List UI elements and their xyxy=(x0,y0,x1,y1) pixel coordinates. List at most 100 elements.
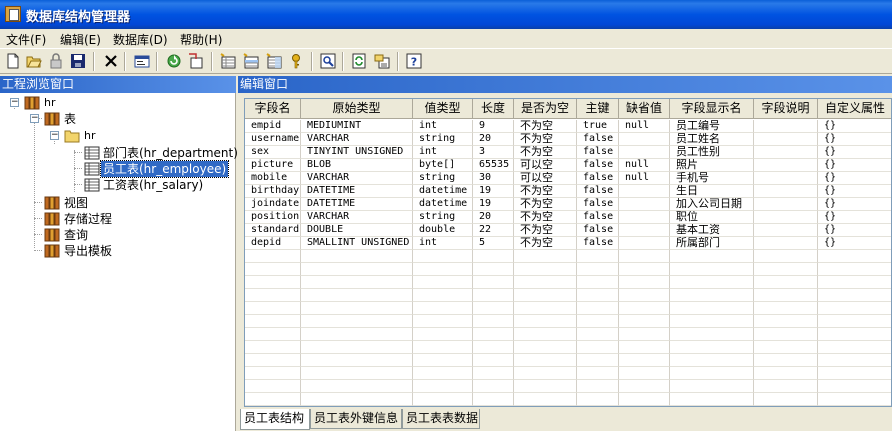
table-cell[interactable]: mobile xyxy=(245,172,301,185)
tab-foreign-keys[interactable]: 员工表外键信息 xyxy=(310,409,402,429)
table-cell[interactable] xyxy=(514,354,577,367)
table-cell[interactable] xyxy=(818,393,891,406)
table-cell[interactable] xyxy=(301,315,413,328)
table-cell[interactable] xyxy=(413,302,473,315)
table-cell[interactable] xyxy=(818,354,891,367)
table-cell[interactable] xyxy=(413,276,473,289)
table-cell[interactable]: int xyxy=(413,146,473,159)
column-header[interactable]: 值类型 xyxy=(413,99,473,119)
table-cell[interactable] xyxy=(754,315,818,328)
table-cell[interactable] xyxy=(577,367,619,380)
table-cell[interactable] xyxy=(619,133,670,146)
table-cell[interactable] xyxy=(301,393,413,406)
table-cell[interactable] xyxy=(619,380,670,393)
table-cell[interactable] xyxy=(670,302,754,315)
table-cell[interactable] xyxy=(818,263,891,276)
table-cell[interactable] xyxy=(245,263,301,276)
table-cell[interactable]: 手机号 xyxy=(670,172,754,185)
table-cell[interactable]: position xyxy=(245,211,301,224)
table-cell[interactable] xyxy=(619,289,670,302)
table-cell[interactable]: 员工编号 xyxy=(670,120,754,133)
table-cell[interactable]: datetime xyxy=(413,185,473,198)
new-file-button[interactable] xyxy=(4,52,22,70)
table-cell[interactable] xyxy=(473,341,514,354)
table-cell[interactable] xyxy=(619,185,670,198)
table-cell[interactable] xyxy=(514,263,577,276)
table-cell[interactable] xyxy=(754,146,818,159)
table-cell[interactable] xyxy=(413,380,473,393)
table-cell[interactable] xyxy=(754,185,818,198)
table-cell[interactable] xyxy=(754,211,818,224)
table-cell[interactable] xyxy=(245,393,301,406)
table-cell[interactable] xyxy=(754,172,818,185)
table-cell[interactable]: 3 xyxy=(473,146,514,159)
sync-button[interactable] xyxy=(350,52,368,70)
table-cell[interactable] xyxy=(245,289,301,302)
table-cell[interactable]: VARCHAR xyxy=(301,211,413,224)
empty-row[interactable] xyxy=(245,354,891,367)
table-cell[interactable] xyxy=(577,354,619,367)
table-cell[interactable] xyxy=(818,276,891,289)
table-cell[interactable] xyxy=(619,315,670,328)
table-cell[interactable]: DATETIME xyxy=(301,198,413,211)
add-index-button[interactable] xyxy=(265,52,283,70)
table-cell[interactable]: {} xyxy=(818,159,891,172)
table-cell[interactable]: false xyxy=(577,224,619,237)
table-row[interactable]: username VARCHAR string 20 不为空 false 员工姓名 {} xyxy=(245,133,891,146)
table-cell[interactable]: 不为空 xyxy=(514,237,577,250)
table-cell[interactable] xyxy=(301,367,413,380)
table-cell[interactable]: 不为空 xyxy=(514,120,577,133)
table-cell[interactable] xyxy=(245,380,301,393)
table-cell[interactable] xyxy=(245,354,301,367)
table-cell[interactable]: 不为空 xyxy=(514,224,577,237)
table-cell[interactable] xyxy=(473,250,514,263)
table-cell[interactable] xyxy=(577,263,619,276)
table-cell[interactable] xyxy=(754,159,818,172)
table-cell[interactable] xyxy=(619,146,670,159)
table-cell[interactable]: 65535 xyxy=(473,159,514,172)
table-cell[interactable] xyxy=(619,302,670,315)
table-cell[interactable]: int xyxy=(413,120,473,133)
table-cell[interactable] xyxy=(514,289,577,302)
table-cell[interactable] xyxy=(577,380,619,393)
table-cell[interactable] xyxy=(577,315,619,328)
table-cell[interactable] xyxy=(619,250,670,263)
table-cell[interactable] xyxy=(754,224,818,237)
table-cell[interactable]: 22 xyxy=(473,224,514,237)
tree-node-export-templates[interactable]: 导出模板 xyxy=(0,243,236,259)
table-cell[interactable] xyxy=(413,367,473,380)
table-cell[interactable] xyxy=(301,328,413,341)
table-cell[interactable]: username xyxy=(245,133,301,146)
table-cell[interactable]: birthday xyxy=(245,185,301,198)
table-cell[interactable] xyxy=(818,380,891,393)
empty-row[interactable] xyxy=(245,367,891,380)
table-cell[interactable]: 5 xyxy=(473,237,514,250)
table-cell[interactable]: {} xyxy=(818,198,891,211)
table-cell[interactable] xyxy=(301,276,413,289)
table-cell[interactable]: double xyxy=(413,224,473,237)
table-cell[interactable]: 照片 xyxy=(670,159,754,172)
empty-row[interactable] xyxy=(245,341,891,354)
table-cell[interactable]: datetime xyxy=(413,198,473,211)
table-cell[interactable] xyxy=(754,237,818,250)
table-cell[interactable]: null xyxy=(619,172,670,185)
table-cell[interactable]: false xyxy=(577,211,619,224)
table-cell[interactable] xyxy=(473,367,514,380)
table-cell[interactable]: 生日 xyxy=(670,185,754,198)
empty-row[interactable] xyxy=(245,380,891,393)
table-cell[interactable] xyxy=(413,315,473,328)
table-cell[interactable]: false xyxy=(577,159,619,172)
table-cell[interactable]: true xyxy=(577,120,619,133)
key-button[interactable] xyxy=(287,52,305,70)
table-cell[interactable]: {} xyxy=(818,211,891,224)
table-cell[interactable] xyxy=(301,302,413,315)
table-cell[interactable] xyxy=(619,354,670,367)
table-cell[interactable] xyxy=(301,354,413,367)
table-cell[interactable] xyxy=(514,302,577,315)
table-cell[interactable] xyxy=(754,133,818,146)
tree-node-table-department[interactable]: 部门表(hr_department) xyxy=(0,145,238,161)
table-cell[interactable]: 30 xyxy=(473,172,514,185)
refresh-button[interactable] xyxy=(165,52,183,70)
column-header[interactable]: 自定义属性 xyxy=(818,99,891,119)
tree-node-views[interactable]: 视图 xyxy=(0,195,236,211)
